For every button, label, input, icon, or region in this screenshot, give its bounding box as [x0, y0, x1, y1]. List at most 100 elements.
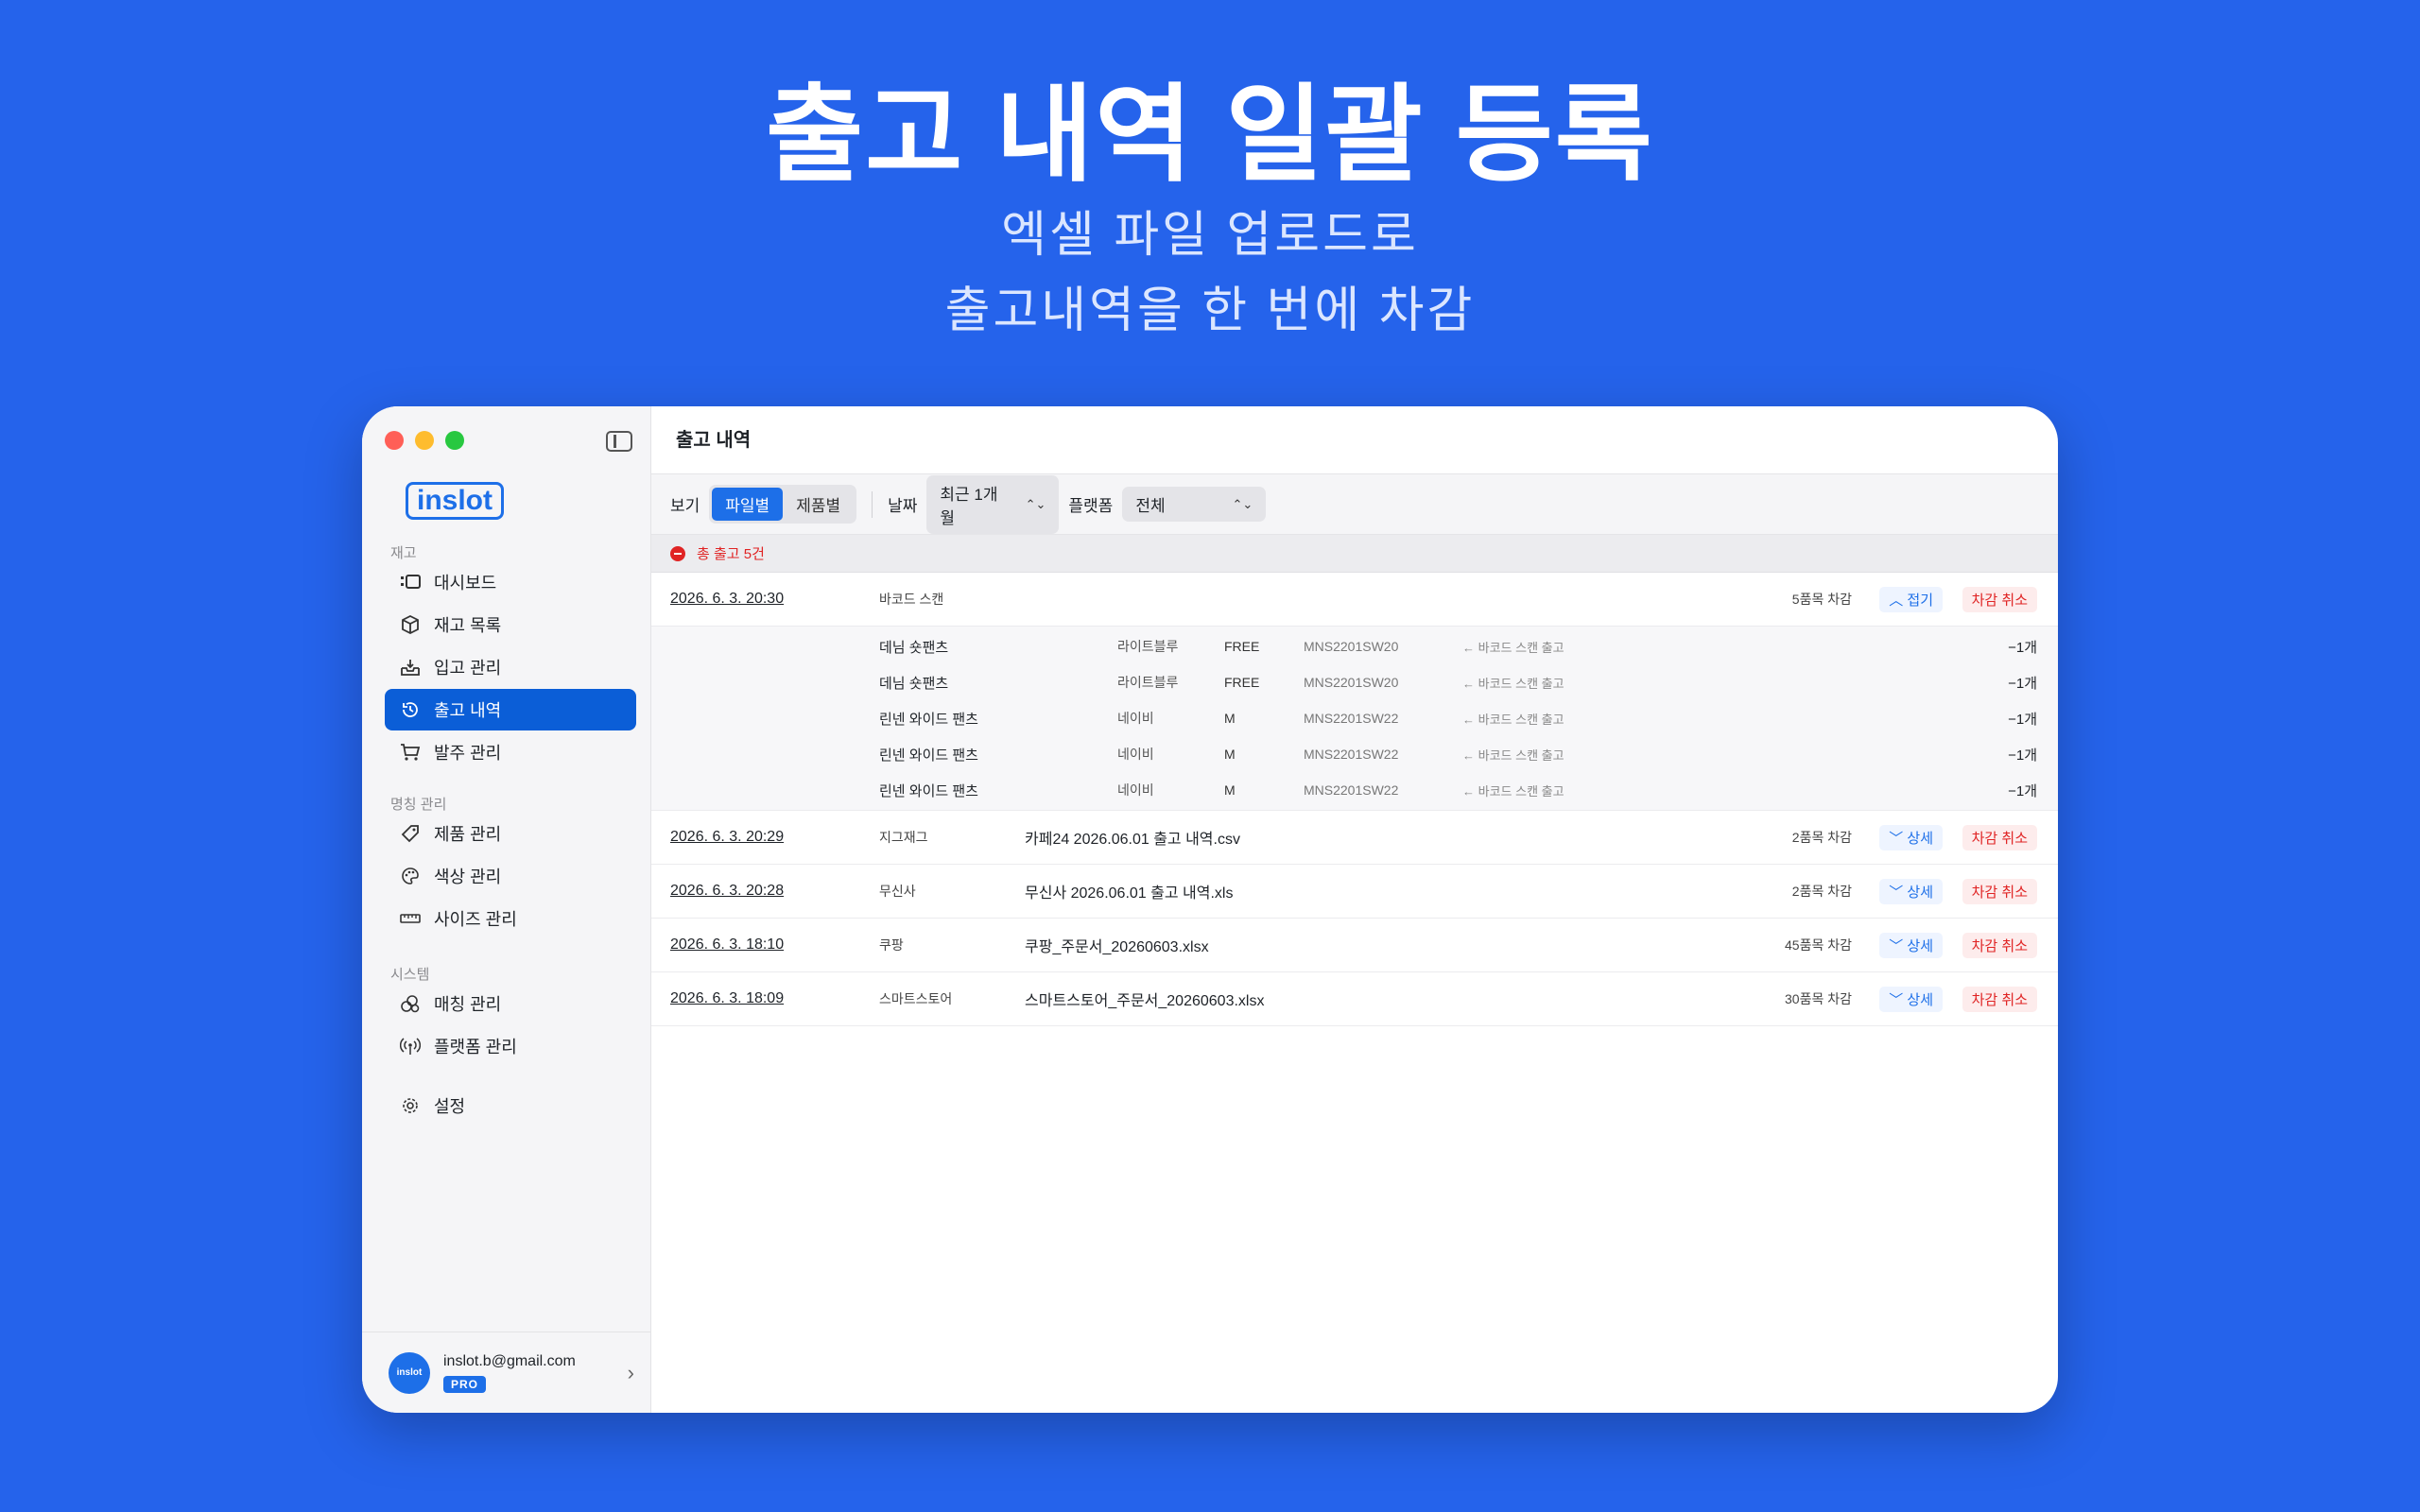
item-qty: −1개 — [2008, 747, 2037, 764]
app-window: inslot 재고 대시보드 재고 목록 입고 관리 출고 내역 발주 관리 명… — [362, 406, 2058, 1413]
row-date[interactable]: 2026. 6. 3. 18:09 — [670, 990, 784, 1007]
chevron-down-icon: ﹀ — [1889, 830, 1904, 847]
cancel-deduction-button[interactable]: 차감 취소 — [1962, 878, 2037, 904]
table-row[interactable]: 2026. 6. 3. 20:28 무신사 무신사 2026.06.01 출고 … — [651, 865, 2058, 919]
toolbar: 보기 파일별 제품별 날짜 최근 1개월 ⌃⌄ 플랫폼 전체 ⌃⌄ — [651, 474, 2058, 535]
history-icon — [400, 699, 421, 720]
item-size: FREE — [1224, 639, 1260, 654]
sidebar-item-label: 사이즈 관리 — [434, 910, 517, 929]
details-button[interactable]: ﹀ 상세 — [1879, 878, 1943, 904]
row-count: 30품목 차감 — [1785, 991, 1852, 1006]
row-date[interactable]: 2026. 6. 3. 20:29 — [670, 829, 784, 846]
sidebar-item-label: 출고 내역 — [434, 701, 502, 720]
inbox-icon — [400, 657, 421, 678]
date-label: 날짜 — [888, 497, 918, 515]
row-date[interactable]: 2026. 6. 3. 20:30 — [670, 591, 784, 608]
sidebar-item-purchase-order[interactable]: 발주 관리 — [385, 731, 636, 773]
account-menu[interactable]: inslot inslot.b@gmail.com PRO › — [362, 1332, 651, 1413]
row-file: 스마트스토어_주문서_20260603.xlsx — [1025, 993, 1265, 1009]
row-source: 지그재그 — [879, 830, 928, 845]
cancel-deduction-button[interactable]: 차감 취소 — [1962, 824, 2037, 850]
sidebar-item-platform[interactable]: 플랫폼 관리 — [385, 1025, 636, 1067]
app-logo: inslot — [406, 482, 504, 520]
zoom-window-button[interactable] — [445, 431, 464, 450]
item-name: 린넨 와이드 팬츠 — [879, 747, 978, 764]
sidebar-item-outbound-history[interactable]: 출고 내역 — [385, 689, 636, 730]
details-label: 상세 — [1907, 884, 1933, 901]
item-sku: MNS2201SW22 — [1304, 747, 1399, 762]
item-size: M — [1224, 747, 1236, 762]
cancel-deduction-button[interactable]: 차감 취소 — [1962, 586, 2037, 612]
cart-icon — [400, 742, 421, 763]
section-label-inventory: 재고 — [390, 545, 417, 561]
platform-label: 플랫폼 — [1068, 497, 1114, 515]
sidebar-item-dashboard[interactable]: 대시보드 — [385, 561, 636, 603]
sidebar: inslot 재고 대시보드 재고 목록 입고 관리 출고 내역 발주 관리 명… — [362, 406, 651, 1413]
sidebar-item-label: 재고 목록 — [434, 616, 502, 635]
close-window-button[interactable] — [385, 431, 404, 450]
item-method: ← 바코드 스캔 출고 — [1462, 747, 1564, 763]
minimize-window-button[interactable] — [415, 431, 434, 450]
item-color: 네이비 — [1117, 711, 1154, 726]
hero-subtitle-line2: 출고내역을 한 번에 차감 — [944, 284, 1476, 338]
platform-select-value: 전체 — [1135, 497, 1166, 515]
item-color: 라이트블루 — [1117, 675, 1179, 690]
date-select[interactable]: 최근 1개월 ⌃⌄ — [926, 474, 1060, 534]
chevron-updown-icon: ⌃⌄ — [1025, 496, 1046, 511]
collapse-button[interactable]: ︿ 접기 — [1879, 586, 1943, 612]
item-sku: MNS2201SW20 — [1304, 639, 1399, 654]
table-row[interactable]: 2026. 6. 3. 20:30 바코드 스캔 5품목 차감 ︿ 접기 차감 … — [651, 573, 2058, 627]
item-color: 네이비 — [1117, 747, 1154, 762]
item-sku: MNS2201SW20 — [1304, 675, 1399, 690]
cancel-deduction-button[interactable]: 차감 취소 — [1962, 932, 2037, 958]
row-date[interactable]: 2026. 6. 3. 20:28 — [670, 883, 784, 900]
chevron-right-icon: › — [627, 1361, 634, 1384]
item-method: ← 바코드 스캔 출고 — [1462, 676, 1564, 691]
sidebar-item-inbound[interactable]: 입고 관리 — [385, 646, 636, 688]
item-size: FREE — [1224, 675, 1260, 690]
item-color: 라이트블루 — [1117, 639, 1179, 654]
sidebar-item-product[interactable]: 제품 관리 — [385, 813, 636, 854]
account-email: inslot.b@gmail.com — [443, 1352, 576, 1369]
chevron-up-icon: ︿ — [1889, 592, 1904, 609]
table-row[interactable]: 2026. 6. 3. 18:09 스마트스토어 스마트스토어_주문서_2026… — [651, 972, 2058, 1026]
item-qty: −1개 — [2008, 711, 2037, 728]
cancel-deduction-button[interactable]: 차감 취소 — [1962, 986, 2037, 1012]
collapse-label: 접기 — [1907, 592, 1933, 609]
sidebar-item-settings[interactable]: 설정 — [385, 1085, 636, 1126]
view-option-by-product[interactable]: 제품별 — [783, 488, 854, 521]
main-content: 출고 내역 보기 파일별 제품별 날짜 최근 1개월 ⌃⌄ 플랫폼 전체 ⌃⌄ … — [651, 406, 2058, 1413]
window-controls — [385, 431, 464, 450]
chevron-updown-icon: ⌃⌄ — [1232, 496, 1253, 511]
hero-subtitle-line1: 엑셀 파일 업로드로 — [1001, 208, 1419, 263]
expanded-items: 데님 숏팬츠 라이트블루 FREE MNS2201SW20 ← 바코드 스캔 출… — [651, 627, 2058, 811]
summary-text: 총 출고 5건 — [697, 546, 765, 562]
sidebar-toggle-icon[interactable] — [606, 431, 632, 452]
details-button[interactable]: ﹀ 상세 — [1879, 986, 1943, 1012]
row-count: 2품목 차감 — [1791, 884, 1852, 899]
sidebar-item-size[interactable]: 사이즈 관리 — [385, 898, 636, 939]
date-select-value: 최근 1개월 — [940, 485, 998, 527]
details-button[interactable]: ﹀ 상세 — [1879, 932, 1943, 958]
table-row[interactable]: 2026. 6. 3. 20:29 지그재그 카페24 2026.06.01 출… — [651, 811, 2058, 865]
item-name: 린넨 와이드 팬츠 — [879, 711, 978, 728]
section-label-system: 시스템 — [390, 967, 430, 983]
row-date[interactable]: 2026. 6. 3. 18:10 — [670, 936, 784, 954]
sidebar-item-color[interactable]: 색상 관리 — [385, 855, 636, 897]
sidebar-item-label: 플랫폼 관리 — [434, 1038, 517, 1057]
item-qty: −1개 — [2008, 782, 2037, 799]
sidebar-item-inventory-list[interactable]: 재고 목록 — [385, 604, 636, 645]
item-qty: −1개 — [2008, 675, 2037, 692]
view-option-by-file[interactable]: 파일별 — [712, 488, 784, 521]
item-method: ← 바코드 스캔 출고 — [1462, 640, 1564, 655]
row-source: 바코드 스캔 — [879, 592, 944, 607]
row-file: 카페24 2026.06.01 출고 내역.csv — [1025, 832, 1240, 848]
sidebar-item-label: 입고 관리 — [434, 659, 502, 678]
details-button[interactable]: ﹀ 상세 — [1879, 824, 1943, 850]
sidebar-item-label: 대시보드 — [434, 574, 497, 593]
row-file: 쿠팡_주문서_20260603.xlsx — [1025, 939, 1209, 955]
table-row[interactable]: 2026. 6. 3. 18:10 쿠팡 쿠팡_주문서_20260603.xls… — [651, 919, 2058, 972]
platform-select[interactable]: 전체 ⌃⌄ — [1122, 487, 1267, 522]
sidebar-item-matching[interactable]: 매칭 관리 — [385, 983, 636, 1024]
list-item: 데님 숏팬츠 라이트블루 FREE MNS2201SW20 ← 바코드 스캔 출… — [651, 628, 2058, 664]
